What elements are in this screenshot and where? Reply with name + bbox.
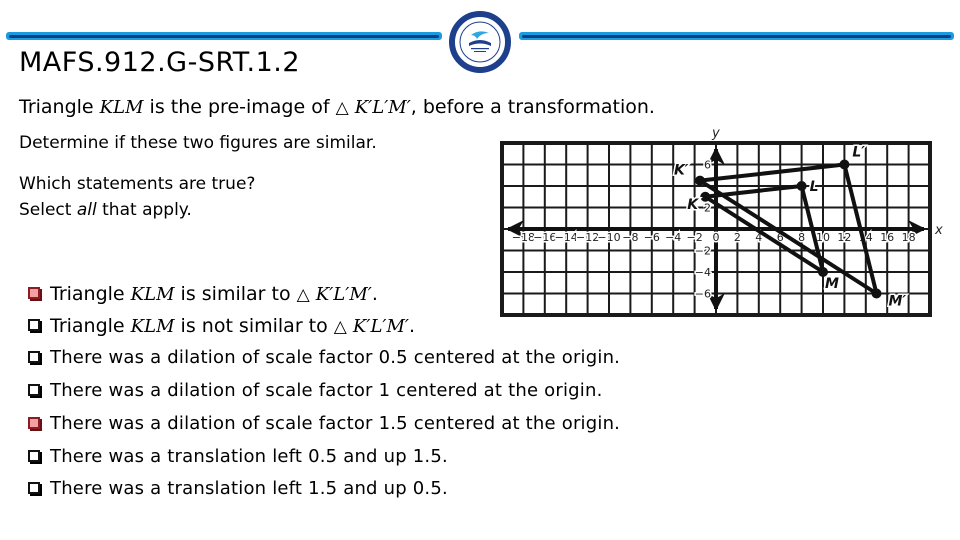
- x-tick-label: −8: [622, 231, 638, 244]
- select-text: Select: [19, 200, 77, 220]
- option-dilation-1-5[interactable]: There was a dilation of scale factor 1.5…: [28, 413, 620, 434]
- x-tick-label: −18: [512, 231, 535, 244]
- vertex-point: [871, 288, 882, 299]
- checkbox[interactable]: [28, 481, 40, 494]
- y-tick-label: 2: [704, 202, 711, 215]
- vertex-point: [839, 159, 850, 170]
- y-axis-label: y: [711, 126, 720, 141]
- page-title: MAFS.912.G-SRT.1.2: [19, 47, 301, 78]
- vertex-label: M: [825, 276, 839, 292]
- math-klm: KLM: [99, 97, 144, 118]
- prompt-text: Triangle: [19, 96, 100, 118]
- question-select-all: Which statements are true? Select all th…: [19, 171, 255, 223]
- x-axis-label: x: [934, 223, 943, 238]
- apply-text: that apply.: [96, 200, 192, 220]
- x-tick-label: 2: [734, 231, 741, 244]
- option-label: Triangle KLM is similar to △ K′L′M′.: [50, 283, 378, 305]
- option-not-similar[interactable]: Triangle KLM is not similar to △ K′L′M′.: [28, 315, 415, 337]
- x-tick-label: −10: [597, 231, 620, 244]
- option-text: .: [409, 315, 416, 337]
- triangle-symbol: △: [335, 98, 349, 118]
- vertex-label: L′: [852, 145, 865, 161]
- option-text: .: [371, 283, 378, 305]
- x-tick-label: −2: [686, 231, 702, 244]
- all-emphasis: all: [76, 200, 97, 220]
- vertex-point: [700, 191, 711, 202]
- question-prompt: Triangle KLM is the pre-image of △ K′L′M…: [19, 96, 655, 118]
- math-klm-prime: K′L′M′: [315, 284, 372, 305]
- option-text: is not similar to: [174, 315, 334, 337]
- header-divider-right: [519, 32, 954, 40]
- option-translation-0-5-1-5[interactable]: There was a translation left 0.5 and up …: [28, 446, 448, 467]
- option-label: There was a translation left 0.5 and up …: [50, 446, 448, 467]
- x-tick-label: −16: [533, 231, 556, 244]
- prompt-text: is the pre-image of: [143, 96, 336, 118]
- x-tick-label: −4: [665, 231, 681, 244]
- y-tick-label: −4: [695, 266, 711, 279]
- checkbox[interactable]: [28, 449, 40, 462]
- option-dilation-1[interactable]: There was a dilation of scale factor 1 c…: [28, 380, 603, 401]
- vertex-label: M′: [889, 294, 907, 310]
- checkbox[interactable]: [28, 319, 40, 331]
- math-klm: KLM: [130, 316, 175, 337]
- x-tick-label: −12: [576, 231, 599, 244]
- option-label: Triangle KLM is not similar to △ K′L′M′.: [50, 315, 415, 337]
- x-tick-label: 10: [816, 231, 830, 244]
- vertex-label: K′: [674, 163, 689, 179]
- school-seal-logo: [449, 11, 511, 73]
- vertex-label: L: [810, 179, 819, 195]
- vertex-point: [796, 181, 807, 191]
- option-text: Triangle: [50, 283, 131, 305]
- logo-text-line: [474, 51, 486, 52]
- question-instruction: Determine if these two figures are simil…: [19, 133, 377, 153]
- option-similar[interactable]: Triangle KLM is similar to △ K′L′M′.: [28, 283, 378, 305]
- y-tick-label: 6: [704, 159, 711, 172]
- x-tick-label: 18: [902, 231, 916, 244]
- prompt-text: , before a transformation.: [410, 96, 655, 118]
- option-label: There was a dilation of scale factor 0.5…: [50, 347, 621, 368]
- option-translation-1-5-0-5[interactable]: There was a translation left 1.5 and up …: [28, 478, 448, 499]
- logo-text-line: [471, 48, 489, 50]
- option-label: There was a dilation of scale factor 1 c…: [50, 380, 603, 401]
- math-klm-prime: K′L′M′: [352, 316, 409, 337]
- option-text: is similar to: [174, 283, 297, 305]
- checkbox[interactable]: [28, 383, 40, 396]
- x-tick-label: −6: [644, 231, 660, 244]
- triangle-symbol: △: [296, 285, 310, 305]
- x-tick-label: 16: [880, 231, 894, 244]
- y-tick-label: −2: [695, 245, 711, 258]
- coordinate-plane: −18−16−14−12−10 −8 −6 −4 −2 0 2 4 6 8 10 12 14 16 1862…: [500, 126, 943, 317]
- triangle-symbol: △: [333, 317, 347, 337]
- math-klm-prime: K′L′M′: [354, 97, 411, 118]
- math-klm: KLM: [130, 284, 175, 305]
- header-divider-left: [6, 32, 442, 40]
- checkbox-checked[interactable]: [28, 287, 40, 299]
- select-all-text: Select all that apply.: [19, 197, 255, 223]
- y-tick-label: −6: [695, 288, 711, 301]
- x-tick-label: 0: [713, 231, 720, 244]
- option-dilation-0-5[interactable]: There was a dilation of scale factor 0.5…: [28, 347, 620, 368]
- x-tick-label: 12: [837, 231, 851, 244]
- x-tick-label: −14: [555, 231, 578, 244]
- vertex-label: K: [687, 197, 699, 213]
- checkbox-checked[interactable]: [28, 416, 40, 429]
- option-label: There was a translation left 1.5 and up …: [50, 478, 448, 499]
- option-text: Triangle: [50, 315, 131, 337]
- vertex-point: [694, 175, 705, 186]
- which-statements-text: Which statements are true?: [19, 174, 256, 194]
- checkbox[interactable]: [28, 350, 40, 363]
- option-label: There was a dilation of scale factor 1.5…: [50, 413, 621, 434]
